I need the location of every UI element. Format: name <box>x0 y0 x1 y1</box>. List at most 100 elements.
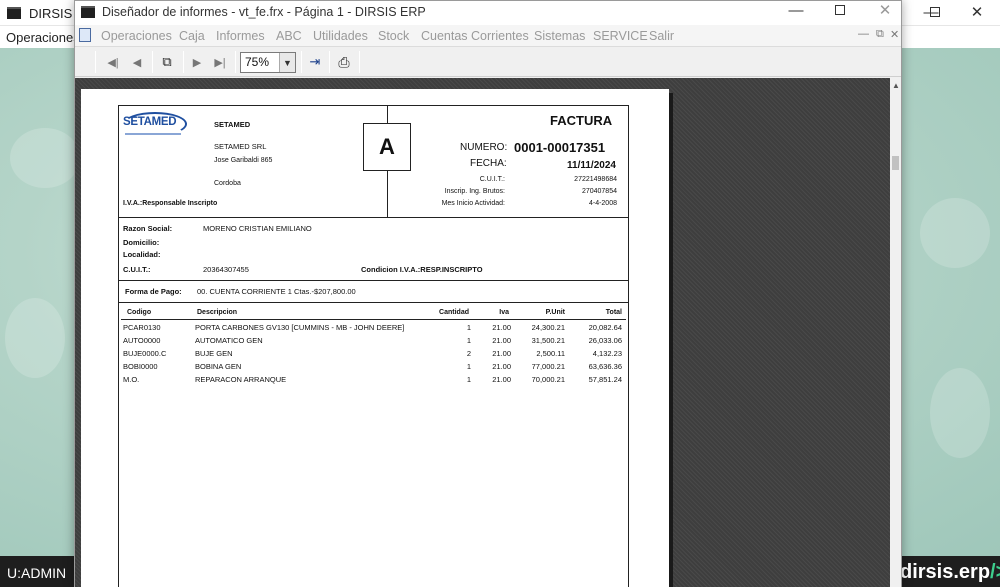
zoom-select[interactable]: 75% ▼ <box>240 52 296 73</box>
activity-start-date: 4-4-2008 <box>588 200 617 207</box>
row-codigo: AUTO0000 <box>123 336 161 345</box>
row-cantidad: 1 <box>466 323 471 332</box>
vertical-scrollbar[interactable]: ▲ <box>890 78 901 587</box>
header-cantidad: Cantidad <box>439 309 469 316</box>
row-punit: 31,500.21 <box>531 336 565 345</box>
background-blob <box>10 128 80 188</box>
invoice-letter: A <box>379 134 395 159</box>
client-iva-condition: Condicion I.V.A.:RESP.INSCRIPTO <box>361 265 483 274</box>
row-punit: 24,300.21 <box>531 323 565 332</box>
logo-underline <box>125 133 181 135</box>
row-punit: 70,000.21 <box>531 375 565 384</box>
header-codigo: Codigo <box>127 309 152 316</box>
report-designer-window: Diseñador de informes - vt_fe.frx - Pági… <box>74 0 902 587</box>
forma-pago-value: 00. CUENTA CORRIENTE 1 Ctas.-$207,800.00 <box>197 287 356 296</box>
header-bottom-line <box>119 217 628 218</box>
report-page: SETAMED SETAMED SETAMED SRL Jose Garibal… <box>81 89 669 587</box>
row-iva: 21.00 <box>492 336 511 345</box>
brand-logo-text: dirsis.erp/> <box>900 561 1000 583</box>
window-title: Diseñador de informes - vt_fe.frx - Pági… <box>102 5 426 19</box>
row-total: 26,033.06 <box>588 336 622 345</box>
copy-pages-icon[interactable]: ⧉ <box>157 52 177 72</box>
client-bottom-line <box>119 280 628 281</box>
row-cantidad: 1 <box>466 362 471 371</box>
first-page-icon[interactable]: ◀​| <box>103 52 123 72</box>
zoom-value: 75% <box>245 55 270 69</box>
menu-stock[interactable]: Stock <box>378 29 409 43</box>
fecha-label: FECHA: <box>470 158 507 169</box>
toolbar-separator <box>183 51 184 73</box>
row-total: 63,636.36 <box>588 362 622 371</box>
scrollbar-thumb[interactable] <box>892 156 899 170</box>
menu-sistemas[interactable]: Sistemas <box>534 29 585 43</box>
company-name: SETAMED <box>214 120 251 129</box>
company-city: Cordoba <box>214 180 241 187</box>
menu-caja[interactable]: Caja <box>179 29 205 43</box>
row-iva: 21.00 <box>492 323 511 332</box>
payment-bottom-line <box>119 302 628 303</box>
row-iva: 21.00 <box>492 362 511 371</box>
next-page-icon[interactable]: ▶ <box>187 52 207 72</box>
invoice-number: 0001-00017351 <box>514 140 606 155</box>
window-minimize-icon[interactable]: — <box>781 1 811 21</box>
last-page-icon[interactable]: ▶| <box>210 52 230 72</box>
client-name: MORENO CRISTIAN EMILIANO <box>203 224 312 233</box>
report-preview-area[interactable]: SETAMED SETAMED SETAMED SRL Jose Garibal… <box>75 78 890 587</box>
company-logo: SETAMED <box>123 112 187 140</box>
background-menu-operaciones[interactable]: Operaciones <box>6 30 80 45</box>
row-descripcion: BUJE GEN <box>195 349 233 358</box>
header-total: Total <box>605 309 622 316</box>
forma-pago-label: Forma de Pago: <box>125 287 182 296</box>
activity-start-label: Mes Inicio Actividad: <box>441 200 505 207</box>
toolbar-separator <box>359 51 360 73</box>
exit-preview-icon[interactable]: ⇥ <box>305 52 325 72</box>
window-maximize-icon[interactable] <box>825 1 855 21</box>
header-punit: P.Unit <box>545 309 565 316</box>
close-icon[interactable]: ✕ <box>962 3 992 23</box>
chevron-down-icon[interactable]: ▼ <box>279 53 295 72</box>
previous-page-icon[interactable]: ◀ <box>127 52 147 72</box>
row-total: 4,132.23 <box>592 349 622 358</box>
company-iva-condition: I.V.A.:Responsable Inscripto <box>123 200 218 207</box>
company-address: Jose Garibaldi 865 <box>214 157 273 164</box>
row-punit: 2,500.11 <box>536 349 565 358</box>
printer-icon[interactable]: ⎙ <box>334 52 354 72</box>
app-icon <box>7 7 21 19</box>
row-descripcion: PORTA CARBONES GV130 [CUMMINS - MB - JOH… <box>195 323 405 332</box>
menu-utilidades[interactable]: Utilidades <box>313 29 368 43</box>
window-app-icon <box>81 6 95 18</box>
maximize-icon[interactable] <box>919 3 949 23</box>
mdi-restore-icon[interactable]: ⧉ <box>876 28 884 41</box>
window-close-icon[interactable]: ✕ <box>870 1 900 21</box>
row-cantidad: 2 <box>466 349 471 358</box>
row-cantidad: 1 <box>466 375 471 384</box>
current-user-label: U:ADMIN <box>7 565 67 581</box>
header-descripcion: Descripcion <box>197 309 238 316</box>
toolbar-separator <box>301 51 302 73</box>
mdi-close-icon[interactable]: ✕ <box>890 28 899 41</box>
row-codigo: BUJE0000.C <box>123 349 167 358</box>
menu-operaciones[interactable]: Operaciones <box>101 29 172 43</box>
scroll-up-icon[interactable]: ▲ <box>892 81 900 90</box>
client-cuit: 20364307455 <box>203 265 249 274</box>
menu-cuentas-corrientes[interactable]: Cuentas Corrientes <box>421 29 529 43</box>
row-total: 57,851.24 <box>588 375 622 384</box>
row-punit: 77,000.21 <box>531 362 565 371</box>
menu-service[interactable]: SERVICE <box>593 29 648 43</box>
row-iva: 21.00 <box>492 375 511 384</box>
invoice-letter-box: A <box>363 123 411 171</box>
window-titlebar: Diseñador de informes - vt_fe.frx - Pági… <box>75 1 901 25</box>
localidad-label: Localidad: <box>123 250 161 259</box>
mdi-minimize-icon[interactable]: — <box>858 28 869 40</box>
row-descripcion: BOBINA GEN <box>195 362 242 371</box>
row-descripcion: AUTOMATICO GEN <box>195 336 263 345</box>
brand-logo-accent: /> <box>990 561 1000 583</box>
menu-abc[interactable]: ABC <box>276 29 302 43</box>
razon-social-label: Razon Social: <box>123 224 173 233</box>
menu-informes[interactable]: Informes <box>216 29 265 43</box>
row-cantidad: 1 <box>466 336 471 345</box>
header-iva: Iva <box>499 309 509 316</box>
menu-salir[interactable]: Salir <box>649 29 674 43</box>
numero-label: NUMERO: <box>460 142 508 153</box>
background-blob <box>920 198 990 268</box>
